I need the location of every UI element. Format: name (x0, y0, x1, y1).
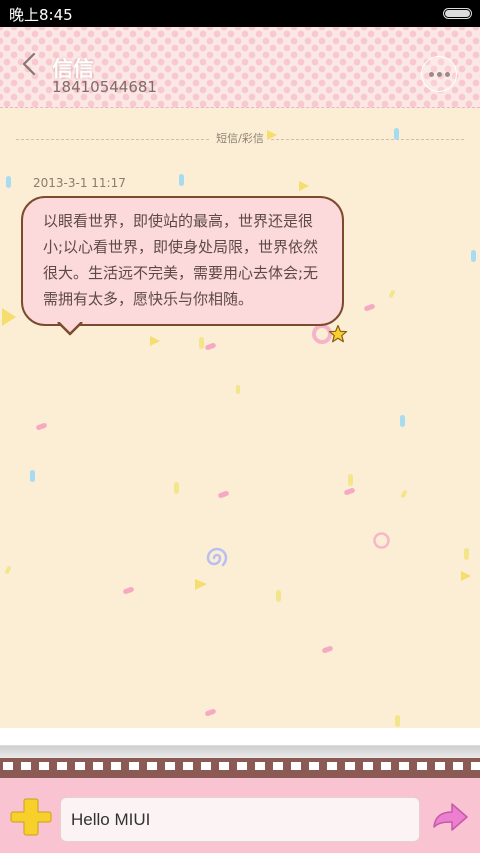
lace-border-decoration (0, 728, 480, 778)
bubble-tail (57, 322, 83, 336)
add-icon (10, 798, 52, 836)
message-timestamp: 2013-3-1 11:17 (33, 176, 126, 190)
contact-number: 18410544681 (52, 78, 157, 96)
message-bubble[interactable]: 以眼看世界，即使站的最高，世界还是很小;以心看世界，即使身处局限，世界依然很大。… (21, 196, 344, 326)
status-time: 晚上8:45 (9, 6, 73, 24)
message-input[interactable] (60, 797, 420, 842)
add-attachment-button[interactable] (9, 795, 53, 839)
status-bar: 晚上8:45 (0, 0, 480, 27)
message-text: 以眼看世界，即使站的最高，世界还是很小;以心看世界，即使身处局限，世界依然很大。… (43, 212, 319, 308)
back-arrow-icon (22, 52, 36, 76)
more-options-button[interactable] (421, 56, 457, 92)
battery-icon (443, 8, 472, 19)
message-type-label: 短信/彩信 (210, 130, 270, 146)
conversation-header: 信信 18410544681 (0, 27, 480, 108)
back-button[interactable] (16, 47, 46, 81)
star-icon (328, 324, 348, 343)
triangle-decoration (2, 308, 16, 326)
send-button[interactable] (430, 800, 470, 836)
more-options-icon (428, 71, 434, 77)
composer-bar (0, 778, 480, 853)
spiral-decoration (206, 547, 228, 567)
send-arrow-icon (433, 803, 468, 831)
